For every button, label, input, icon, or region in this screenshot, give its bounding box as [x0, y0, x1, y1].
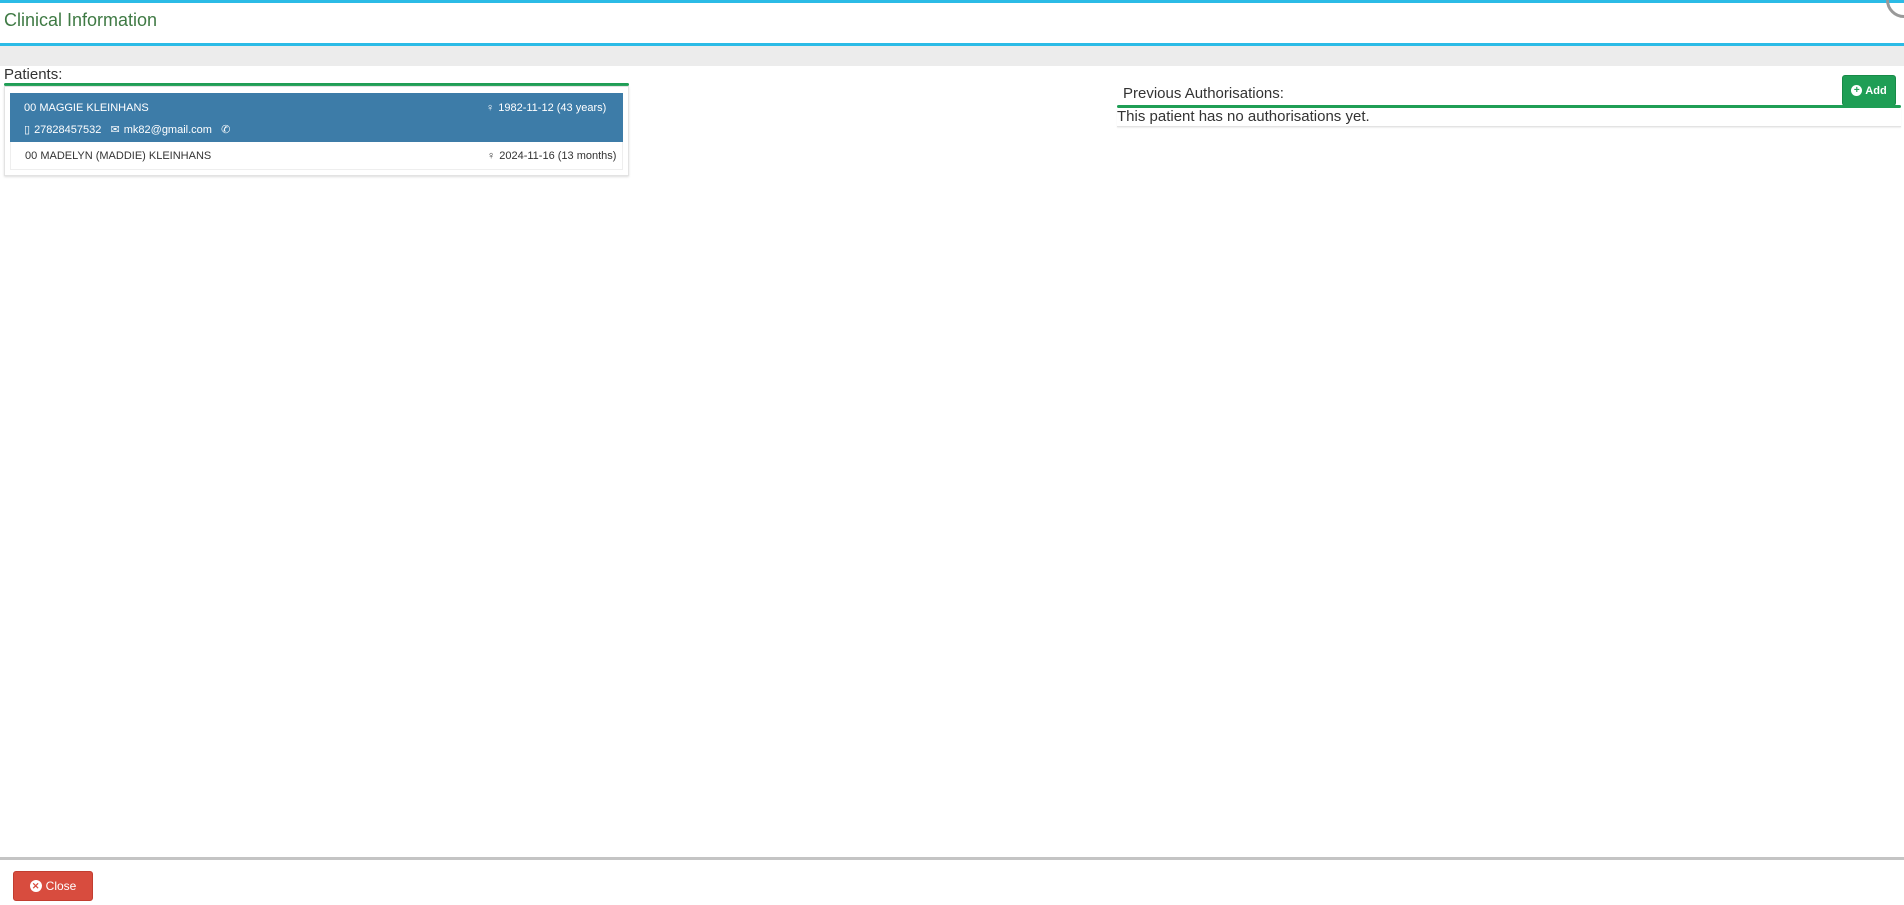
- patient-dob: ♀ 2024-11-16 (13 months): [487, 150, 617, 162]
- envelope-icon: ✉: [110, 124, 120, 136]
- patient-name: 00 MADELYN (MADDIE) KLEINHANS: [25, 150, 212, 162]
- authorisations-heading: Previous Authorisations:: [1123, 85, 1284, 102]
- patient-name: 00 MAGGIE KLEINHANS: [24, 102, 149, 114]
- add-authorisation-button[interactable]: + Add: [1842, 75, 1896, 106]
- female-icon: ♀: [487, 150, 496, 162]
- header-top-border: [0, 0, 1904, 3]
- patient-row[interactable]: 00 MADELYN (MADDIE) KLEINHANS ♀ 2024-11-1…: [10, 142, 623, 170]
- patient-dob: ♀ 1982-11-12 (43 years): [486, 102, 607, 114]
- patient-row-selected[interactable]: 00 MAGGIE KLEINHANS ♀ 1982-11-12 (43 year…: [10, 93, 623, 142]
- patient-contact: ▯ 27828457532 ✉ mk82@gmail.com ✆: [24, 123, 231, 136]
- mobile-icon: ▯: [24, 124, 31, 136]
- corner-decoration: [1886, 0, 1904, 18]
- female-icon: ♀: [486, 102, 495, 114]
- patients-heading: Patients:: [4, 66, 63, 83]
- no-authorisations-message: This patient has no authorisations yet.: [1117, 108, 1901, 127]
- close-button[interactable]: ✕ Close: [13, 871, 93, 901]
- patients-list: 00 MAGGIE KLEINHANS ♀ 1982-11-12 (43 year…: [4, 86, 629, 176]
- toolbar-band: [0, 46, 1904, 66]
- plus-circle-icon: +: [1851, 85, 1863, 96]
- close-circle-icon: ✕: [29, 880, 42, 892]
- phone-icon[interactable]: ✆: [221, 123, 230, 136]
- page-title: Clinical Information: [4, 10, 158, 30]
- footer-divider: [0, 857, 1904, 860]
